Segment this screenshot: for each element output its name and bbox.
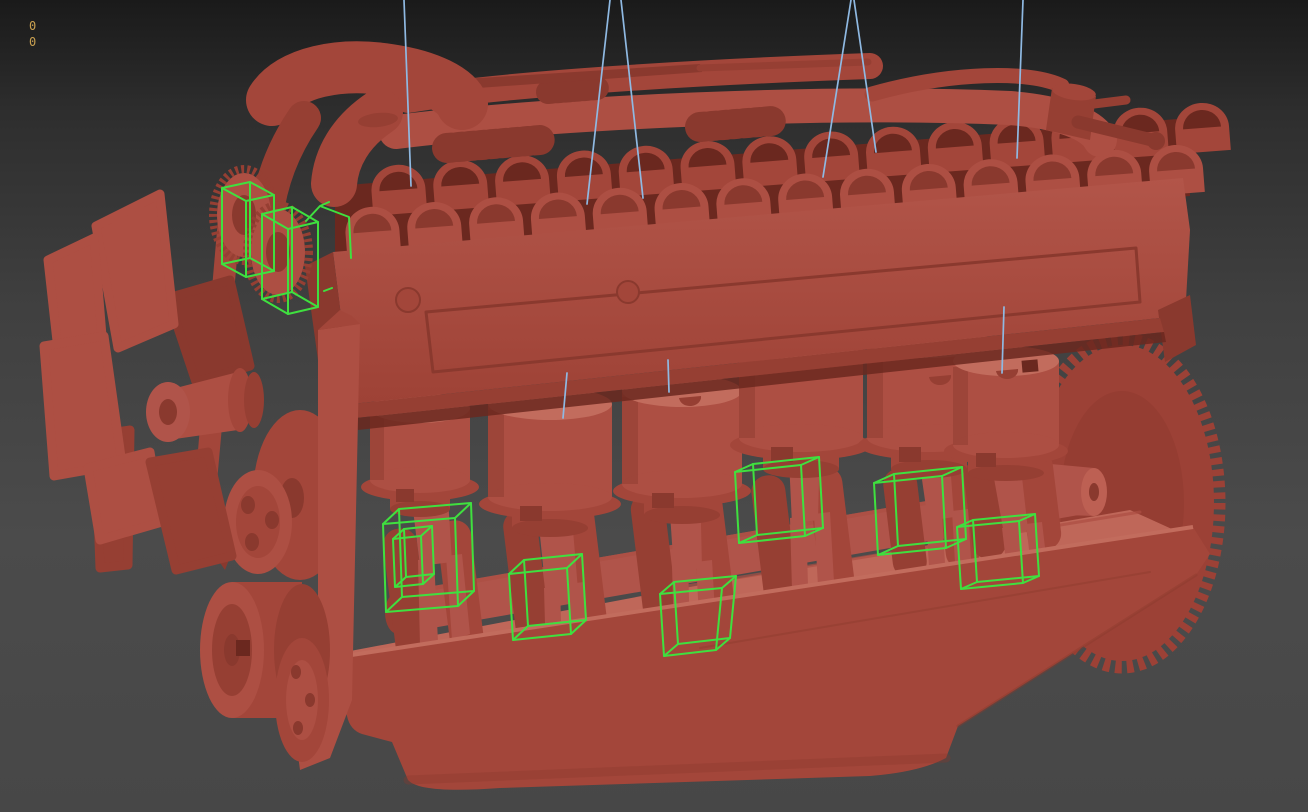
fan-blade — [150, 452, 232, 570]
belt-drive-assembly[interactable] — [185, 118, 360, 770]
piston-assembly-1[interactable] — [361, 393, 479, 646]
hud-counter-line2: 0 — [29, 34, 36, 50]
bone-line[interactable] — [668, 360, 669, 392]
hud-counter-line1: 0 — [29, 18, 36, 34]
viewport-canvas[interactable] — [0, 0, 1308, 812]
3d-viewport[interactable]: 0 0 — [0, 0, 1308, 812]
bolted-pulley[interactable] — [275, 638, 329, 762]
timing-gear-b[interactable] — [247, 205, 309, 299]
fan-blade — [44, 336, 122, 476]
fan-blade — [96, 194, 174, 348]
viewport-hud-counter: 0 0 — [29, 18, 36, 50]
piston[interactable] — [944, 346, 1068, 481]
